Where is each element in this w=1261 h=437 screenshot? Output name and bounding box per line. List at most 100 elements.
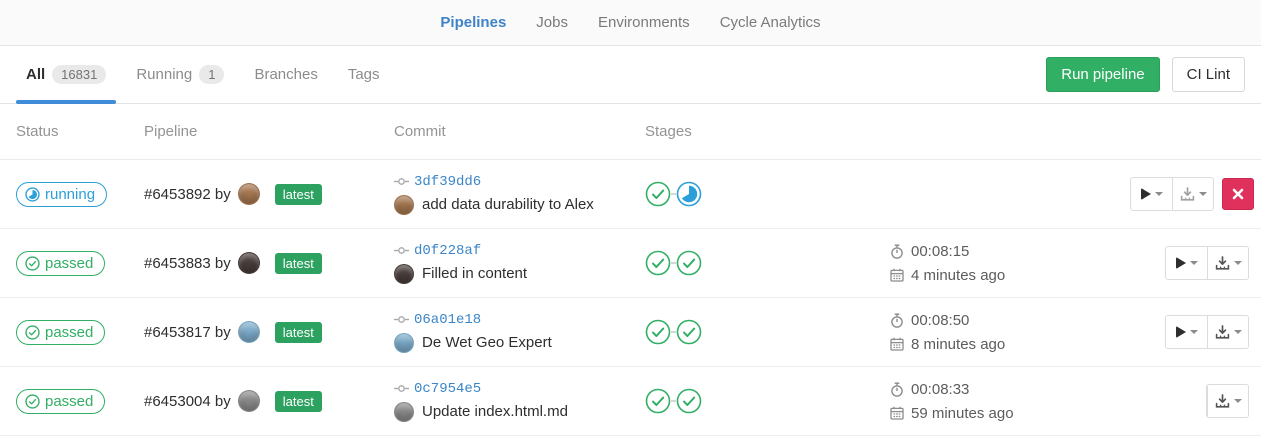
stage-icon-2[interactable] (676, 388, 702, 414)
ci-lint-button[interactable]: CI Lint (1172, 57, 1245, 92)
artifacts-dropdown-button[interactable] (1207, 316, 1248, 348)
manual-actions-dropdown-button[interactable] (1131, 178, 1172, 210)
download-icon (1215, 256, 1230, 271)
stage-icon-2[interactable] (676, 181, 702, 207)
stage-passed-icon (676, 388, 702, 414)
latest-badge[interactable]: latest (275, 391, 322, 412)
commit-sha-link[interactable]: d0f228af (414, 243, 481, 259)
avatar[interactable] (238, 390, 260, 412)
status-label: running (45, 186, 95, 203)
avatar[interactable] (238, 183, 260, 205)
pipeline-link[interactable]: #6453004 by (144, 393, 231, 410)
tab-running-label: Running (136, 66, 192, 83)
nav-item-environments[interactable]: Environments (583, 0, 705, 45)
time-ago-line: 4 minutes ago (890, 267, 1130, 284)
avatar[interactable] (238, 252, 260, 274)
artifacts-dropdown-button[interactable] (1207, 385, 1248, 417)
stage-icon-1[interactable] (645, 319, 671, 345)
commit-sha-link[interactable]: 0c7954e5 (414, 381, 481, 397)
time-cell: 00:08:33 59 minutes ago (890, 381, 1130, 422)
header-status: Status (16, 123, 144, 140)
nav-item-pipelines[interactable]: Pipelines (425, 0, 521, 45)
status-cell: passed (16, 320, 144, 345)
pipeline-link[interactable]: #6453892 by (144, 186, 231, 203)
commit-author-avatar[interactable] (394, 195, 414, 215)
stage-icon-1[interactable] (645, 181, 671, 207)
passed-icon (25, 325, 40, 340)
time-ago-text: 4 minutes ago (911, 267, 1005, 284)
commit-icon (394, 315, 409, 324)
header-commit: Commit (394, 123, 645, 140)
tab-tags[interactable]: Tags (338, 46, 390, 103)
download-icon (1180, 187, 1195, 202)
download-icon (1215, 394, 1230, 409)
time-cell: 00:08:15 4 minutes ago (890, 243, 1130, 284)
pipeline-link[interactable]: #6453883 by (144, 255, 231, 272)
nav-item-jobs[interactable]: Jobs (521, 0, 583, 45)
stage-icon-2[interactable] (676, 250, 702, 276)
actions-cell (1130, 246, 1261, 280)
pipelines-tabs-bar: All 16831 Running 1 Branches Tags Run pi… (0, 46, 1261, 104)
stage-passed-icon (676, 319, 702, 345)
latest-badge[interactable]: latest (275, 184, 322, 205)
chevron-down-icon (1234, 399, 1242, 403)
run-pipeline-button[interactable]: Run pipeline (1046, 57, 1159, 92)
commit-cell: d0f228af Filled in content (394, 243, 645, 284)
cancel-pipeline-button[interactable] (1222, 178, 1254, 210)
artifacts-dropdown-button[interactable] (1207, 247, 1248, 279)
commit-cell: 3df39dd6 add data durability to Alex (394, 174, 645, 215)
pipeline-cell: #6453883 by latest (144, 252, 394, 274)
status-badge[interactable]: passed (16, 251, 105, 276)
stage-passed-icon (645, 388, 671, 414)
tab-all[interactable]: All 16831 (16, 46, 116, 103)
status-badge[interactable]: passed (16, 320, 105, 345)
stage-icon-1[interactable] (645, 250, 671, 276)
calendar-icon (890, 406, 904, 420)
duration-line: 00:08:15 (890, 243, 1130, 260)
tab-branches[interactable]: Branches (244, 46, 327, 103)
status-badge[interactable]: running (16, 182, 107, 207)
pipeline-link[interactable]: #6453817 by (144, 324, 231, 341)
nav-item-cycle-analytics[interactable]: Cycle Analytics (705, 0, 836, 45)
commit-message-link[interactable]: Update index.html.md (422, 403, 568, 420)
stages-cell (645, 250, 890, 276)
commit-message-link[interactable]: add data durability to Alex (422, 196, 594, 213)
stage-icon-2[interactable] (676, 319, 702, 345)
duration-text: 00:08:15 (911, 243, 969, 260)
stage-passed-icon (645, 319, 671, 345)
time-cell: 00:08:50 8 minutes ago (890, 312, 1130, 353)
avatar[interactable] (238, 321, 260, 343)
commit-author-avatar[interactable] (394, 333, 414, 353)
status-label: passed (45, 255, 93, 272)
stage-icon-1[interactable] (645, 388, 671, 414)
tab-tags-label: Tags (348, 66, 380, 83)
artifacts-dropdown-button[interactable] (1172, 178, 1213, 210)
latest-badge[interactable]: latest (275, 322, 322, 343)
table-row: passed #6453817 by latest 06a01e18 De We… (0, 298, 1261, 367)
row-actions-group (1165, 315, 1249, 349)
chevron-down-icon (1155, 192, 1163, 196)
stages-cell (645, 319, 890, 345)
commit-sha-link[interactable]: 06a01e18 (414, 312, 481, 328)
duration-line: 00:08:50 (890, 312, 1130, 329)
project-nav: Pipelines Jobs Environments Cycle Analyt… (0, 0, 1261, 46)
commit-cell: 0c7954e5 Update index.html.md (394, 381, 645, 422)
commit-sha-link[interactable]: 3df39dd6 (414, 174, 481, 190)
duration-text: 00:08:50 (911, 312, 969, 329)
table-row: passed #6453883 by latest d0f228af Fille… (0, 229, 1261, 298)
stage-passed-icon (645, 181, 671, 207)
table-row: passed #6453004 by latest 0c7954e5 Updat… (0, 367, 1261, 436)
status-badge[interactable]: passed (16, 389, 105, 414)
tab-branches-label: Branches (254, 66, 317, 83)
manual-actions-dropdown-button[interactable] (1166, 247, 1207, 279)
commit-author-avatar[interactable] (394, 264, 414, 284)
commit-author-avatar[interactable] (394, 402, 414, 422)
tab-running[interactable]: Running 1 (126, 46, 234, 103)
chevron-down-icon (1199, 192, 1207, 196)
commit-message-link[interactable]: Filled in content (422, 265, 527, 282)
commit-message-link[interactable]: De Wet Geo Expert (422, 334, 552, 351)
latest-badge[interactable]: latest (275, 253, 322, 274)
commit-icon (394, 246, 409, 255)
play-icon (1176, 257, 1186, 269)
manual-actions-dropdown-button[interactable] (1166, 316, 1207, 348)
